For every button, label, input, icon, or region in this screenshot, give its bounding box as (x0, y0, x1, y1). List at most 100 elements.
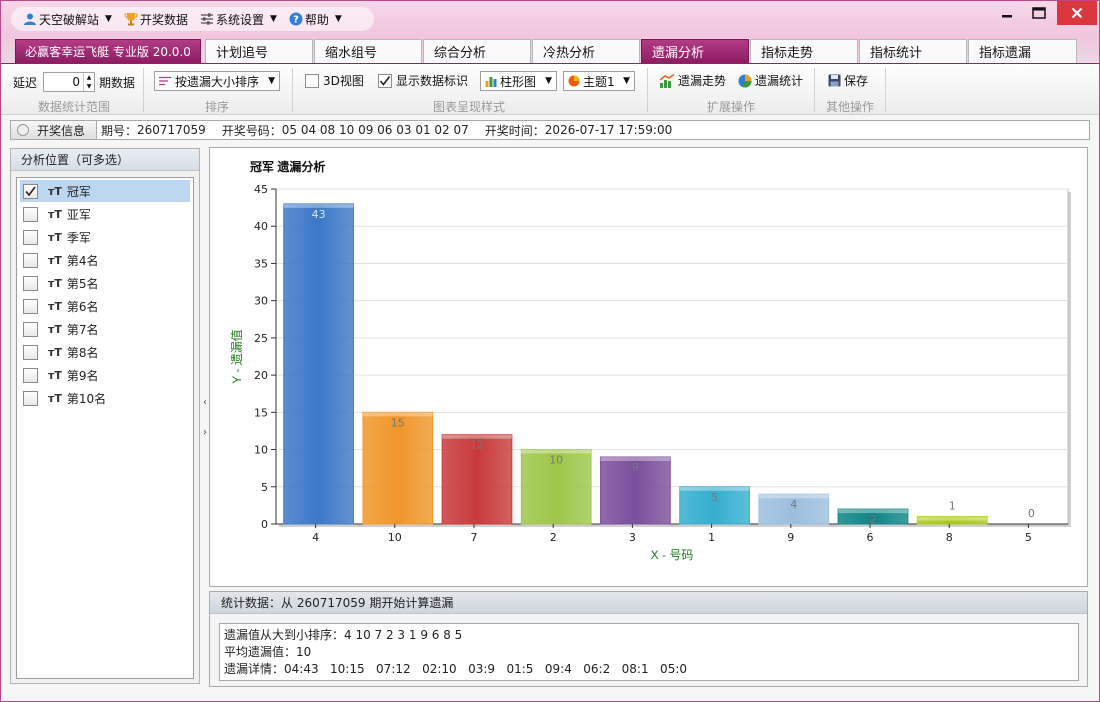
y-tick-label: 10 (254, 444, 268, 457)
chevron-down-icon: ▼ (334, 14, 342, 24)
position-item[interactable]: ᴛT 第8名 (20, 341, 190, 363)
position-item[interactable]: ᴛT 季军 (20, 226, 190, 248)
show-labels-checkbox[interactable] (378, 73, 392, 88)
brand-tab[interactable]: 必赢客幸运飞艇 专业版 20.0.0 (15, 39, 201, 63)
position-checkbox[interactable] (23, 206, 38, 222)
delay-control: 延迟 0 ▲ ▼ 期数据 (13, 72, 135, 92)
menu-settings[interactable]: 系统设置 ▼ (200, 11, 277, 28)
position-item[interactable]: ᴛT 第5名 (20, 272, 190, 294)
chevron-down-icon: ▼ (105, 14, 112, 24)
position-item[interactable]: ᴛT 第7名 (20, 318, 190, 340)
expand-right-icon[interactable]: › (203, 427, 207, 438)
x-axis-label: X - 号码 (651, 548, 694, 562)
theme-icon (568, 75, 580, 87)
position-checkbox[interactable] (23, 321, 38, 337)
x-tick-label: 10 (388, 531, 402, 544)
tab-shrink-combo[interactable]: 缩水组号 (314, 39, 422, 63)
position-checkbox[interactable] (23, 344, 38, 360)
y-tick-label: 25 (254, 332, 268, 345)
collapse-left-icon[interactable]: ‹ (203, 397, 207, 408)
x-tick-label: 2 (550, 531, 557, 544)
stats-title: 统计数据：从 260717059 期开始计算遗漏 (210, 592, 1087, 614)
bar-data-label: 2 (870, 513, 877, 526)
sort-select-value: 按遗漏大小排序 (175, 74, 260, 89)
save-icon (828, 74, 841, 87)
y-tick-label: 5 (261, 481, 268, 494)
close-icon (1071, 7, 1083, 19)
stats-panel: 统计数据：从 260717059 期开始计算遗漏 遗漏值从大到小排序：4 10 … (209, 591, 1088, 687)
x-tick-label: 4 (312, 531, 319, 544)
average-omission-line: 平均遗漏值：10 (224, 645, 312, 659)
position-label: 第9名 (66, 368, 99, 383)
maximize-button[interactable] (1025, 1, 1053, 25)
position-item[interactable]: ᴛT 第10名 (20, 387, 190, 409)
tab-plan-chase[interactable]: 计划追号 (205, 39, 313, 63)
chart-type-select[interactable]: 柱形图 ▼ (480, 71, 557, 91)
position-checkbox[interactable] (23, 275, 38, 291)
y-tick-label: 20 (254, 369, 268, 382)
tab-indicator-omission[interactable]: 指标遗漏 (968, 39, 1077, 63)
x-tick-label: 8 (946, 531, 953, 544)
position-checkbox[interactable] (23, 183, 38, 199)
position-item[interactable]: ᴛT 亚军 (20, 203, 190, 225)
bar-data-label: 43 (312, 208, 326, 221)
trend-chart-icon (659, 73, 675, 88)
position-item[interactable]: ᴛT 第4名 (20, 249, 190, 271)
view3d-checkbox[interactable] (305, 73, 319, 88)
view3d-toggle[interactable]: 3D视图 (305, 72, 364, 89)
bar-chart-icon (485, 75, 497, 87)
menu-settings-label: 系统设置 (215, 12, 264, 27)
group-label-range: 数据统计范围 (37, 100, 110, 114)
position-checkbox[interactable] (23, 229, 38, 245)
tab-strip: 必赢客幸运飞艇 专业版 20.0.0 计划追号 缩水组号 综合分析 冷热分析 遗… (1, 37, 1099, 63)
menu-lottery-data[interactable]: 开奖数据 (124, 11, 188, 28)
delay-stepper[interactable]: 0 ▲ ▼ (43, 72, 96, 92)
position-label: 第7名 (66, 322, 99, 337)
position-checkbox[interactable] (23, 298, 38, 314)
position-checkbox[interactable] (23, 367, 38, 383)
panel-splitter[interactable]: ‹ › (201, 387, 209, 447)
trend-button[interactable]: 遗漏走势 (659, 72, 726, 89)
menu-account[interactable]: 天空破解站 ▼ (23, 11, 112, 28)
show-labels-toggle[interactable]: 显示数据标识 (378, 72, 468, 89)
bar (283, 203, 354, 525)
minimize-button[interactable] (993, 1, 1021, 25)
position-checkbox[interactable] (23, 390, 38, 406)
position-label: 亚军 (66, 207, 91, 222)
chevron-down-icon: ▼ (268, 76, 275, 86)
winning-numbers: 05 04 08 10 09 06 03 01 02 07 (281, 123, 469, 137)
tab-hot-cold[interactable]: 冷热分析 (532, 39, 640, 63)
sorted-omission-line: 遗漏值从大到小排序：4 10 7 2 3 1 9 6 8 5 (224, 628, 463, 642)
menu-help[interactable]: ? 帮助 ▼ (289, 11, 342, 28)
text-field-icon: ᴛT (48, 322, 62, 336)
x-tick-label: 3 (629, 531, 636, 544)
close-button[interactable] (1057, 1, 1097, 25)
save-button[interactable]: 保存 (828, 72, 868, 89)
chart-title: 冠军 遗漏分析 (250, 159, 325, 174)
tab-comprehensive[interactable]: 综合分析 (423, 39, 531, 63)
x-tick-label: 1 (708, 531, 715, 544)
delay-value: 0 (72, 75, 81, 89)
group-label-ext: 扩展操作 (706, 100, 755, 114)
text-field-icon: ᴛT (48, 368, 62, 382)
theme-select[interactable]: 主题1 ▼ (563, 71, 635, 91)
checkmark-icon (25, 186, 36, 196)
sort-select[interactable]: 按遗漏大小排序 ▼ (154, 71, 280, 91)
sort-icon (159, 76, 171, 86)
omission-stats-button[interactable]: 遗漏统计 (738, 72, 803, 89)
tab-indicator-trend[interactable]: 指标走势 (750, 39, 858, 63)
toolbar-ribbon: 延迟 0 ▲ ▼ 期数据 数据统计范围 按遗漏大小排序 ▼ 排序 3D视图 显示… (1, 63, 1099, 115)
theme-value: 主题1 (583, 74, 615, 89)
position-label: 季军 (66, 230, 91, 245)
stepper-arrows-icon[interactable]: ▲ ▼ (83, 73, 94, 91)
menu-account-label: 天空破解站 (39, 12, 100, 27)
sort-control: 按遗漏大小排序 ▼ (154, 71, 280, 91)
position-checkbox[interactable] (23, 252, 38, 268)
lottery-info-button[interactable]: 开奖信息 (11, 121, 97, 139)
position-label: 冠军 (66, 184, 91, 199)
tab-indicator-stats[interactable]: 指标统计 (859, 39, 967, 63)
position-item[interactable]: ᴛT 冠军 (20, 180, 190, 202)
position-item[interactable]: ᴛT 第6名 (20, 295, 190, 317)
position-item[interactable]: ᴛT 第9名 (20, 364, 190, 386)
tab-omission-analysis[interactable]: 遗漏分析 (641, 39, 749, 63)
